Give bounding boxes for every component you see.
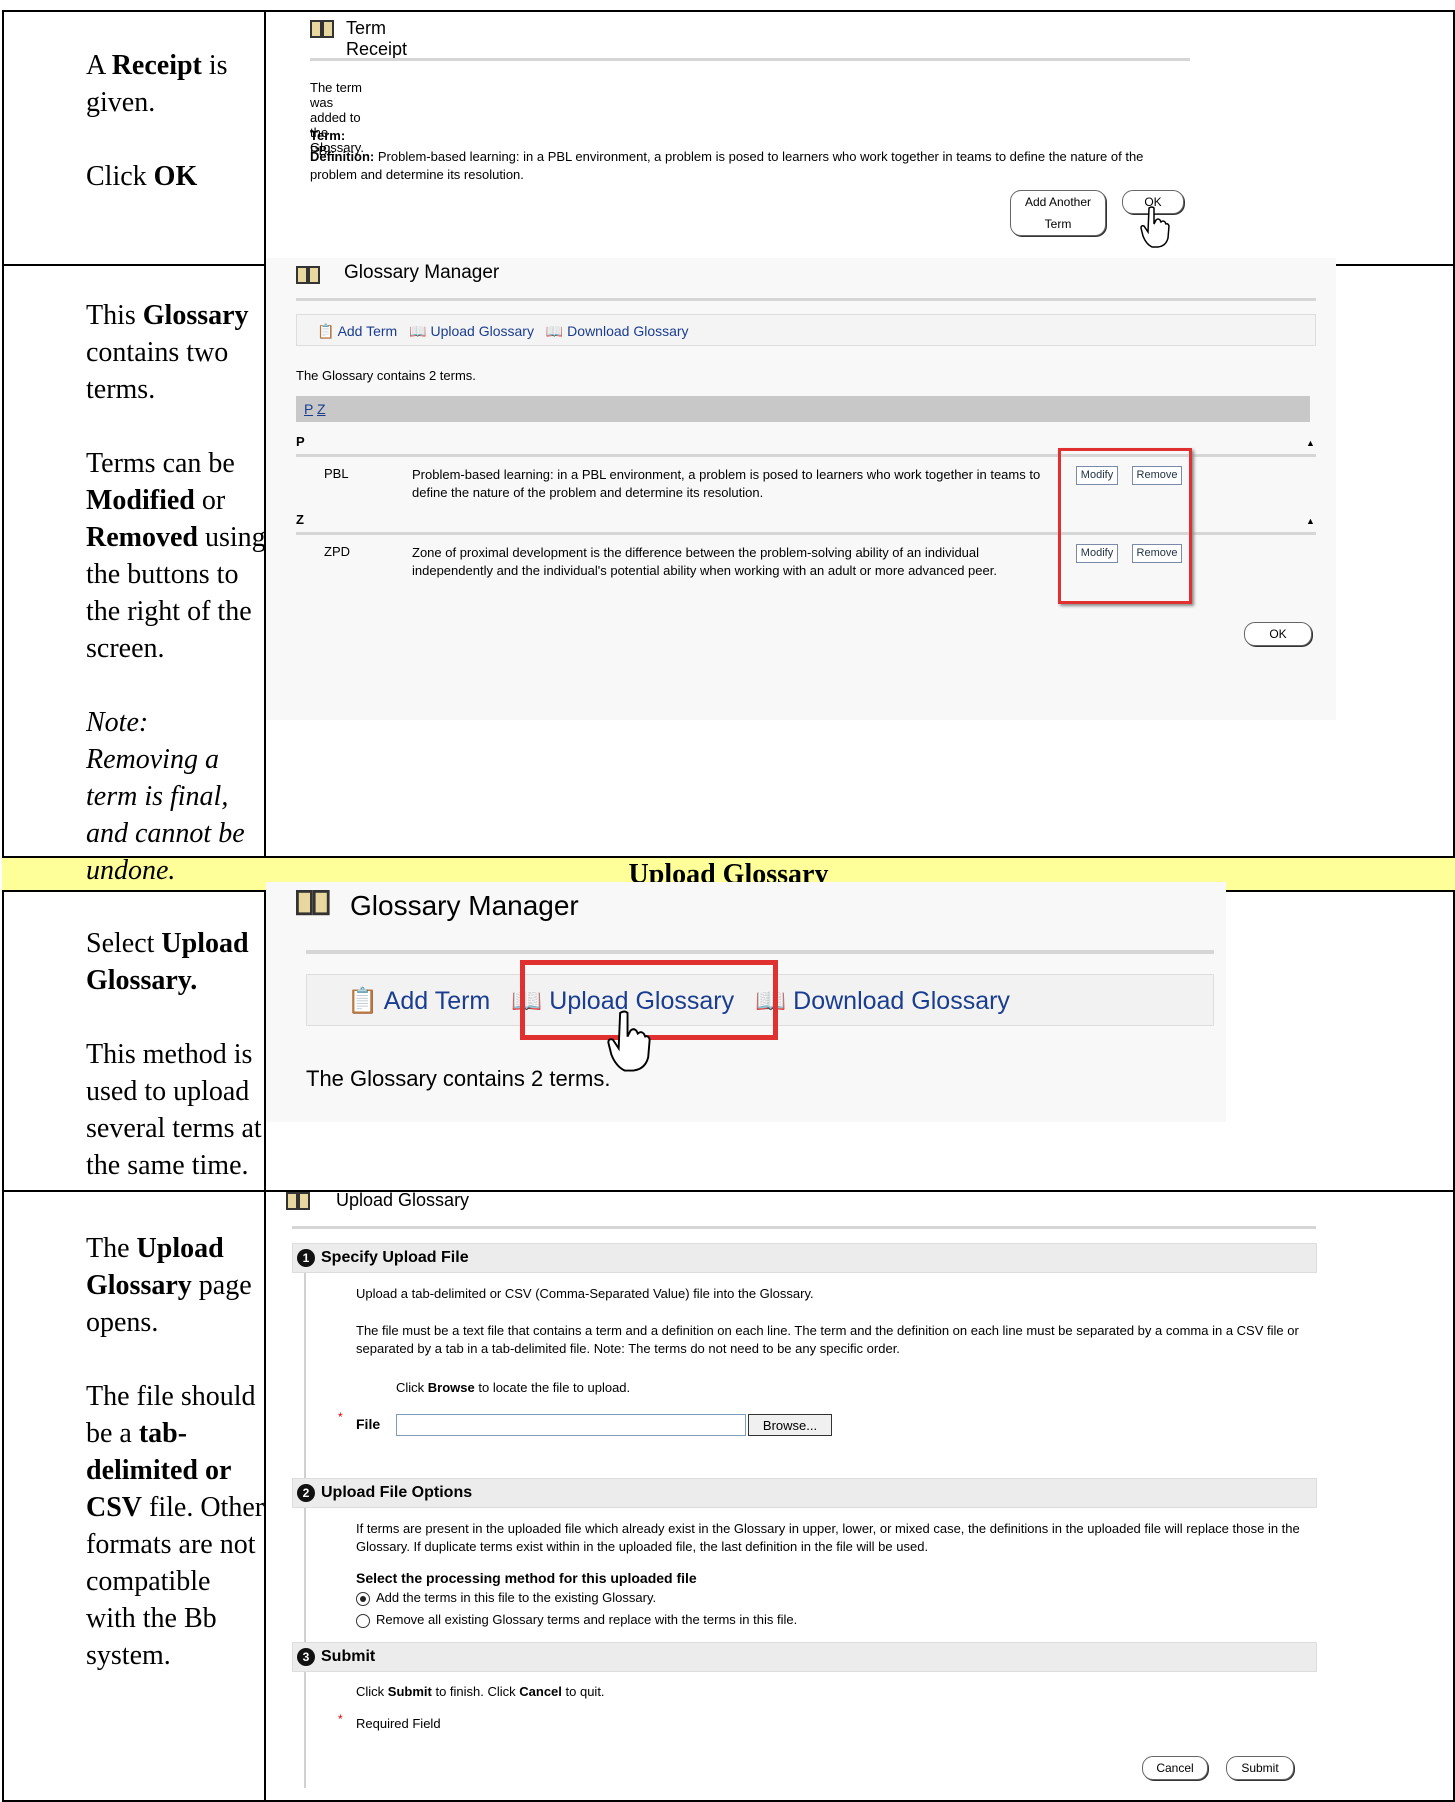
step-number-icon: 3 [297,1647,315,1666]
file-label: File [356,1416,381,1432]
title-rule [292,1226,1316,1229]
title-rule [306,950,1214,954]
pointer-hand-icon [607,1010,651,1072]
row4-instruction: The Upload Glossary page opens. The file… [86,1233,265,1671]
step-rail [304,1270,306,1788]
book-icon [296,266,322,289]
option-add-terms[interactable]: Add the terms in this file to the existi… [356,1590,656,1606]
letter-index-bar: P Z [296,396,1310,422]
add-term-icon: 📋 [317,323,335,339]
upload-glossary-link[interactable]: Upload Glossary [430,323,534,339]
group-heading-z: Z [296,512,304,527]
glossary-manager-screen: Glossary Manager 📋 Add Term 📖 Upload Glo… [266,258,1336,720]
row2-instruction: This Glossary contains two terms. Terms … [86,300,266,886]
cancel-button[interactable]: Cancel [1142,1756,1208,1780]
step2-description: If terms are present in the uploaded fil… [356,1521,1300,1554]
action-toolbar: 📋 Add Term 📖 Upload Glossary 📖 Download … [296,314,1316,346]
highlight-box [1058,448,1192,604]
add-term-link[interactable]: Add Term [338,323,398,339]
required-marker: * [338,1410,343,1424]
letter-link-p[interactable]: P [304,401,313,417]
title-rule [310,58,1190,61]
step2-header: 2 Upload File Options [292,1478,1317,1508]
file-path-input[interactable] [396,1414,746,1436]
term-definition: Zone of proximal development is the diff… [412,545,997,578]
step1-header: 1 Specify Upload File [292,1243,1317,1273]
processing-method-label: Select the processing method for this up… [356,1570,697,1586]
add-another-term-button[interactable]: Add Another Term [1010,190,1106,236]
page-title: Term Receipt [346,18,408,59]
page-title: Upload Glossary [336,1190,470,1210]
book-icon [286,1192,312,1215]
group-heading-p: P [296,434,305,449]
term-name: PBL [324,466,349,481]
ok-button[interactable]: OK [1244,622,1312,646]
add-term-icon: 📋 [347,987,379,1015]
add-term-link[interactable]: Add Term [384,987,491,1015]
term-definition: Problem-based learning: in a PBL environ… [412,467,1041,500]
book-icon [310,20,336,43]
download-glossary-link[interactable]: Download Glossary [567,323,688,339]
required-field-note: Required Field [356,1716,441,1731]
book-icon [296,890,332,922]
glossary-manager-zoomed: Glossary Manager 📋 Add Term 📖 Upload Glo… [266,882,1226,1122]
upload-glossary-icon: 📖 [409,323,427,339]
step-number-icon: 2 [297,1483,315,1502]
submit-button[interactable]: Submit [1226,1756,1294,1780]
step1-description: The file must be a text file that contai… [356,1323,1299,1356]
row3-instruction: Select Upload Glossary. This method is u… [86,928,262,1181]
browse-button[interactable]: Browse... [748,1414,832,1436]
download-glossary-link[interactable]: Download Glossary [793,987,1010,1015]
step1-intro: Upload a tab-delimited or CSV (Comma-Sep… [356,1286,814,1301]
back-to-top-arrow[interactable]: ▲ [1306,516,1315,526]
radio-unselected[interactable] [356,1613,370,1628]
glossary-count: The Glossary contains 2 terms. [296,368,476,383]
term-name: ZPD [324,544,350,559]
letter-link-z[interactable]: Z [317,401,326,417]
radio-selected[interactable] [356,1591,370,1606]
back-to-top-arrow[interactable]: ▲ [1306,438,1315,448]
page-title: Glossary Manager [344,262,500,283]
row1-instruction: A Receipt is given. Click OK [86,50,228,192]
page-title: Glossary Manager [350,890,579,921]
title-rule [296,298,1316,301]
table-border-top [2,10,1455,12]
download-glossary-icon: 📖 [545,323,564,339]
step3-header: 3 Submit [292,1642,1317,1672]
definition-line: Definition: Problem-based learning: in a… [310,149,1144,182]
pointer-hand-icon [1140,206,1170,248]
browse-hint: Click Browse to locate the file to uploa… [396,1380,631,1395]
submit-instructions: Click Submit to finish. Click Cancel to … [356,1684,605,1699]
option-replace-terms[interactable]: Remove all existing Glossary terms and r… [356,1612,797,1628]
required-marker: * [338,1712,343,1726]
step-number-icon: 1 [297,1248,315,1267]
glossary-count: The Glossary contains 2 terms. [306,1066,611,1091]
table-border-left [2,10,4,1802]
